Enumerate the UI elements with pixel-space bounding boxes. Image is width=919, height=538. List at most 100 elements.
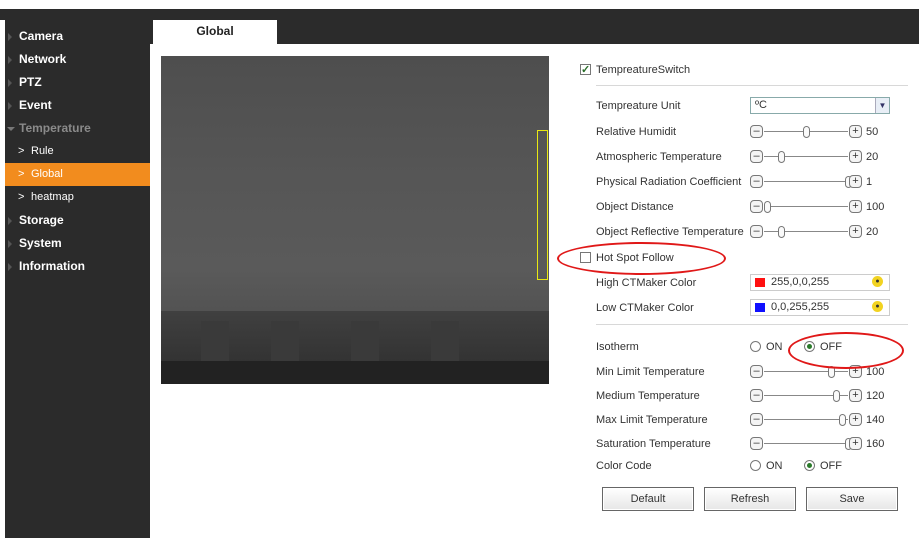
sidebar-subitem-heatmap[interactable]: > heatmap <box>5 186 150 209</box>
color-picker-icon[interactable]: ● <box>872 276 883 287</box>
collapsed-arrow-icon <box>8 56 12 64</box>
slider[interactable]: – + <box>750 225 862 239</box>
plus-icon[interactable]: + <box>849 225 862 238</box>
high-color-value: 255,0,0,255 <box>771 276 830 288</box>
slider-track[interactable] <box>764 390 848 402</box>
slider-thumb[interactable] <box>777 226 785 238</box>
temperature-unit-value: ºC <box>755 99 767 111</box>
top-slider-row: Relative Humidit – +50 <box>580 122 910 142</box>
top-slider-row: Object Distance – +100 <box>580 197 910 217</box>
minus-icon[interactable]: – <box>750 200 763 213</box>
slider-thumb[interactable] <box>777 151 785 163</box>
high-color-picker[interactable]: 255,0,0,255 ● <box>750 274 890 291</box>
slider-track[interactable] <box>764 201 848 213</box>
sidebar-subitem-rule[interactable]: > Rule <box>5 140 150 163</box>
sidebar-item-information[interactable]: Information <box>5 255 150 278</box>
slider-label: Max Limit Temperature <box>596 414 708 426</box>
minus-icon[interactable]: – <box>750 389 763 402</box>
slider-label: Atmospheric Temperature <box>596 151 722 163</box>
divider <box>596 324 908 325</box>
bottom-slider-row: Max Limit Temperature – +140 <box>580 410 910 430</box>
video-structure <box>271 321 299 361</box>
slider-track[interactable] <box>764 366 848 378</box>
plus-icon[interactable]: + <box>849 125 862 138</box>
plus-icon[interactable]: + <box>849 175 862 188</box>
default-button[interactable]: Default <box>602 487 694 511</box>
color-picker-icon[interactable]: ● <box>872 301 883 312</box>
minus-icon[interactable]: – <box>750 150 763 163</box>
video-structure <box>351 321 379 361</box>
slider-track[interactable] <box>764 151 848 163</box>
video-structure <box>201 321 229 361</box>
slider-thumb[interactable] <box>803 126 810 138</box>
tab-global[interactable]: Global <box>153 20 277 44</box>
slider-label: Medium Temperature <box>596 390 700 402</box>
sidebar-item-system[interactable]: System <box>5 232 150 255</box>
slider-track[interactable] <box>764 226 848 238</box>
minus-icon[interactable]: – <box>750 365 763 378</box>
slider[interactable]: – + <box>750 413 862 427</box>
low-color-row: Low CTMaker Color 0,0,255,255 ● <box>580 298 910 318</box>
sidebar-item-temperature[interactable]: Temperature <box>5 117 150 140</box>
slider[interactable]: – + <box>750 175 862 189</box>
chevron-right-icon: > <box>18 168 25 180</box>
plus-icon[interactable]: + <box>849 437 862 450</box>
top-slider-row: Atmospheric Temperature – +20 <box>580 147 910 167</box>
minus-icon[interactable]: – <box>750 437 763 450</box>
color-code-row: Color Code ON OFF <box>580 456 910 476</box>
dropdown-arrow-icon[interactable]: ▼ <box>875 98 889 113</box>
chevron-right-icon: > <box>18 191 25 203</box>
low-color-value: 0,0,255,255 <box>771 301 830 313</box>
slider[interactable]: – + <box>750 437 862 451</box>
slider-track[interactable] <box>764 126 848 138</box>
minus-icon[interactable]: – <box>750 125 763 138</box>
thermal-video-preview <box>161 56 549 361</box>
slider-value: 120 <box>866 390 885 402</box>
color-code-on-radio[interactable] <box>750 460 761 471</box>
sidebar: Camera Network PTZ Event Temperature > Ru… <box>5 20 150 538</box>
plus-icon[interactable]: + <box>849 200 862 213</box>
slider-value: 50 <box>866 126 879 138</box>
temperature-switch-checkbox[interactable] <box>580 60 591 80</box>
isotherm-on-radio[interactable] <box>750 341 761 352</box>
sidebar-subitem-global[interactable]: > Global <box>5 163 150 186</box>
color-code-label: Color Code <box>596 460 652 472</box>
slider-thumb[interactable] <box>839 414 847 426</box>
button-row: Default Refresh Save <box>580 487 910 513</box>
slider-thumb[interactable] <box>833 390 841 402</box>
slider-value: 20 <box>866 151 879 163</box>
slider-label: Saturation Temperature <box>596 438 711 450</box>
slider-thumb[interactable] <box>764 201 772 213</box>
slider-value: 160 <box>866 438 885 450</box>
color-code-off-radio[interactable] <box>804 460 815 471</box>
plus-icon[interactable]: + <box>849 150 862 163</box>
slider[interactable]: – + <box>750 200 862 214</box>
sidebar-item-ptz[interactable]: PTZ <box>5 71 150 94</box>
plus-icon[interactable]: + <box>849 413 862 426</box>
main-panel: Global TempreatureSwitch Tempreature Uni… <box>150 20 919 538</box>
minus-icon[interactable]: – <box>750 175 763 188</box>
slider[interactable]: – + <box>750 125 862 139</box>
sidebar-subitem-label: heatmap <box>31 191 74 203</box>
minus-icon[interactable]: – <box>750 413 763 426</box>
slider-track[interactable] <box>764 176 852 188</box>
slider[interactable]: – + <box>750 389 862 403</box>
temperature-unit-select[interactable]: ºC ▼ <box>750 97 890 114</box>
sidebar-item-event[interactable]: Event <box>5 94 150 117</box>
plus-icon[interactable]: + <box>849 389 862 402</box>
sidebar-item-label: Network <box>19 52 67 66</box>
slider-track[interactable] <box>764 414 848 426</box>
minus-icon[interactable]: – <box>750 225 763 238</box>
save-button[interactable]: Save <box>806 487 898 511</box>
low-color-picker[interactable]: 0,0,255,255 ● <box>750 299 890 316</box>
sidebar-item-storage[interactable]: Storage <box>5 209 150 232</box>
low-color-label: Low CTMaker Color <box>596 302 694 314</box>
collapsed-arrow-icon <box>8 79 12 87</box>
sidebar-item-camera[interactable]: Camera <box>5 25 150 48</box>
expanded-arrow-icon <box>7 127 15 131</box>
refresh-button[interactable]: Refresh <box>704 487 796 511</box>
color-swatch <box>755 278 765 287</box>
sidebar-item-network[interactable]: Network <box>5 48 150 71</box>
slider-track[interactable] <box>764 438 852 450</box>
slider[interactable]: – + <box>750 150 862 164</box>
